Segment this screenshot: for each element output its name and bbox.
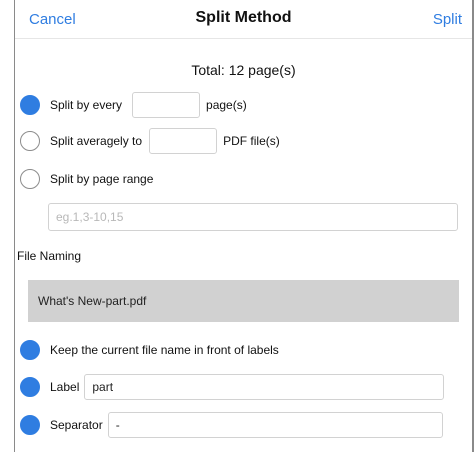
split-every-radio[interactable] <box>20 95 40 115</box>
page-range-input[interactable] <box>48 203 458 231</box>
dialog-title: Split Method <box>195 9 292 26</box>
split-every-option[interactable]: Split by every page(s) <box>20 92 247 118</box>
split-average-input[interactable] <box>149 128 218 154</box>
label-label: Label <box>50 380 80 394</box>
file-naming-heading: File Naming <box>17 249 82 263</box>
separator-radio[interactable] <box>20 415 40 435</box>
label-radio[interactable] <box>20 377 40 397</box>
file-name-preview: What's New-part.pdf <box>28 280 459 322</box>
label-input[interactable] <box>84 374 445 400</box>
separator-label: Separator <box>50 418 103 432</box>
separator-input[interactable] <box>107 412 443 438</box>
total-pages: Total: 12 page(s) <box>191 62 296 78</box>
keep-name-label: Keep the current file name in front of l… <box>50 343 279 357</box>
split-button[interactable]: Split <box>433 11 462 28</box>
split-method-dialog: Cancel Split Method Split Total: 12 page… <box>14 0 474 452</box>
split-every-input[interactable] <box>132 92 201 118</box>
separator-option[interactable]: Separator <box>20 412 443 438</box>
split-every-label: Split by every <box>50 98 123 112</box>
label-option[interactable]: Label <box>20 374 445 400</box>
keep-name-radio[interactable] <box>20 340 40 360</box>
split-average-radio[interactable] <box>20 131 40 151</box>
split-average-suffix: PDF file(s) <box>223 134 280 148</box>
split-range-option[interactable]: Split by page range <box>20 166 153 192</box>
split-average-option[interactable]: Split averagely to PDF file(s) <box>20 128 280 154</box>
split-average-label: Split averagely to <box>50 134 143 148</box>
nav-bar: Cancel Split Method Split <box>15 0 472 39</box>
split-range-label: Split by page range <box>50 172 154 186</box>
split-range-radio[interactable] <box>20 169 40 189</box>
split-every-suffix: page(s) <box>206 98 247 112</box>
keep-name-option[interactable]: Keep the current file name in front of l… <box>20 337 279 363</box>
